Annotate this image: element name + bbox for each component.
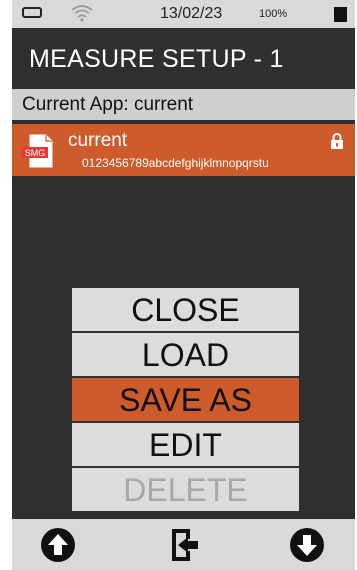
file-icon-label: SMG bbox=[25, 148, 46, 158]
lock-icon bbox=[331, 133, 343, 149]
exit-icon[interactable] bbox=[166, 527, 202, 563]
arrow-down-icon[interactable] bbox=[289, 527, 325, 563]
menu-item-save-as[interactable]: SAVE AS bbox=[72, 378, 299, 421]
current-app-label: Current App: current bbox=[22, 94, 194, 115]
status-bar: 13/02/23 100% bbox=[12, 0, 355, 28]
current-app-bar: Current App: current bbox=[12, 89, 355, 120]
wifi-icon bbox=[71, 5, 93, 22]
menu-item-load[interactable]: LOAD bbox=[72, 333, 299, 376]
page-title: MEASURE SETUP - 1 bbox=[29, 45, 284, 73]
battery-icon bbox=[22, 7, 42, 18]
menu-item-edit[interactable]: EDIT bbox=[72, 423, 299, 466]
file-icon: SMG bbox=[22, 134, 53, 168]
battery-percent: 100% bbox=[259, 8, 288, 20]
menu-item-delete: DELETE bbox=[72, 468, 299, 511]
device-screen: 13/02/23 100% MEASURE SETUP - 1 Current … bbox=[12, 0, 355, 570]
file-description: 0123456789abcdefghijklmnopqrstu bbox=[82, 156, 269, 170]
status-square-icon bbox=[334, 7, 347, 22]
file-list-item[interactable]: SMG current 0123456789abcdefghijklmnopqr… bbox=[12, 124, 355, 176]
menu-item-close[interactable]: CLOSE bbox=[72, 288, 299, 331]
arrow-up-icon[interactable] bbox=[40, 527, 76, 563]
context-menu: CLOSE LOAD SAVE AS EDIT DELETE bbox=[72, 288, 299, 513]
bottom-toolbar bbox=[12, 519, 355, 570]
file-name: current bbox=[68, 130, 128, 151]
status-date: 13/02/23 bbox=[160, 5, 223, 22]
